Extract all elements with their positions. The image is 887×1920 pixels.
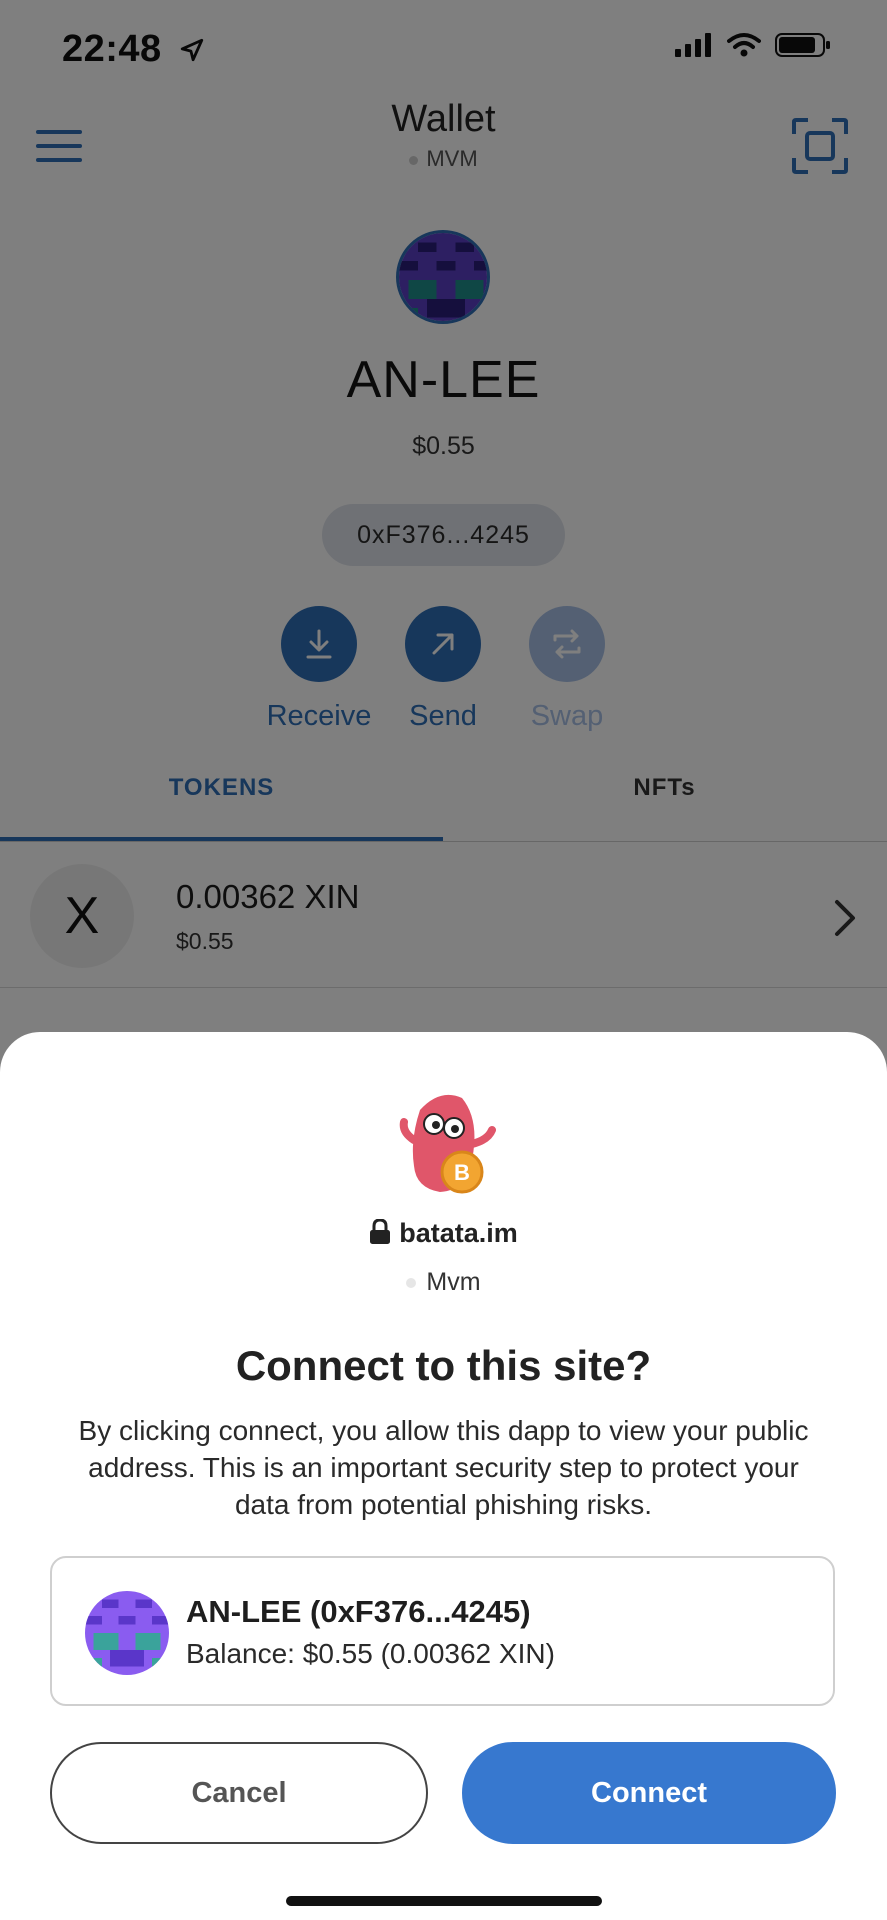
- site-name: batata.im: [0, 1218, 887, 1249]
- svg-text:B: B: [454, 1160, 470, 1185]
- card-account-balance: Balance: $0.55 (0.00362 XIN): [186, 1638, 555, 1669]
- connect-title: Connect to this site?: [235, 1342, 652, 1389]
- avatar: [85, 1591, 169, 1675]
- connect-sheet: B batata.im Mvm Connect to this site? By…: [0, 1032, 887, 1920]
- cancel-button[interactable]: Cancel: [50, 1742, 428, 1844]
- card-account-name: AN-LEE (0xF376...4245): [186, 1594, 531, 1629]
- site-network: Mvm: [0, 1268, 887, 1297]
- connect-button[interactable]: Connect: [462, 1742, 836, 1844]
- home-indicator[interactable]: [286, 1896, 602, 1906]
- site-logo-icon: B: [399, 1094, 496, 1194]
- lock-icon: [370, 1219, 391, 1244]
- connect-description: By clicking connect, you allow this dapp…: [78, 1415, 809, 1520]
- account-selector[interactable]: AN-LEE (0xF376...4245) Balance: $0.55 (0…: [50, 1556, 835, 1706]
